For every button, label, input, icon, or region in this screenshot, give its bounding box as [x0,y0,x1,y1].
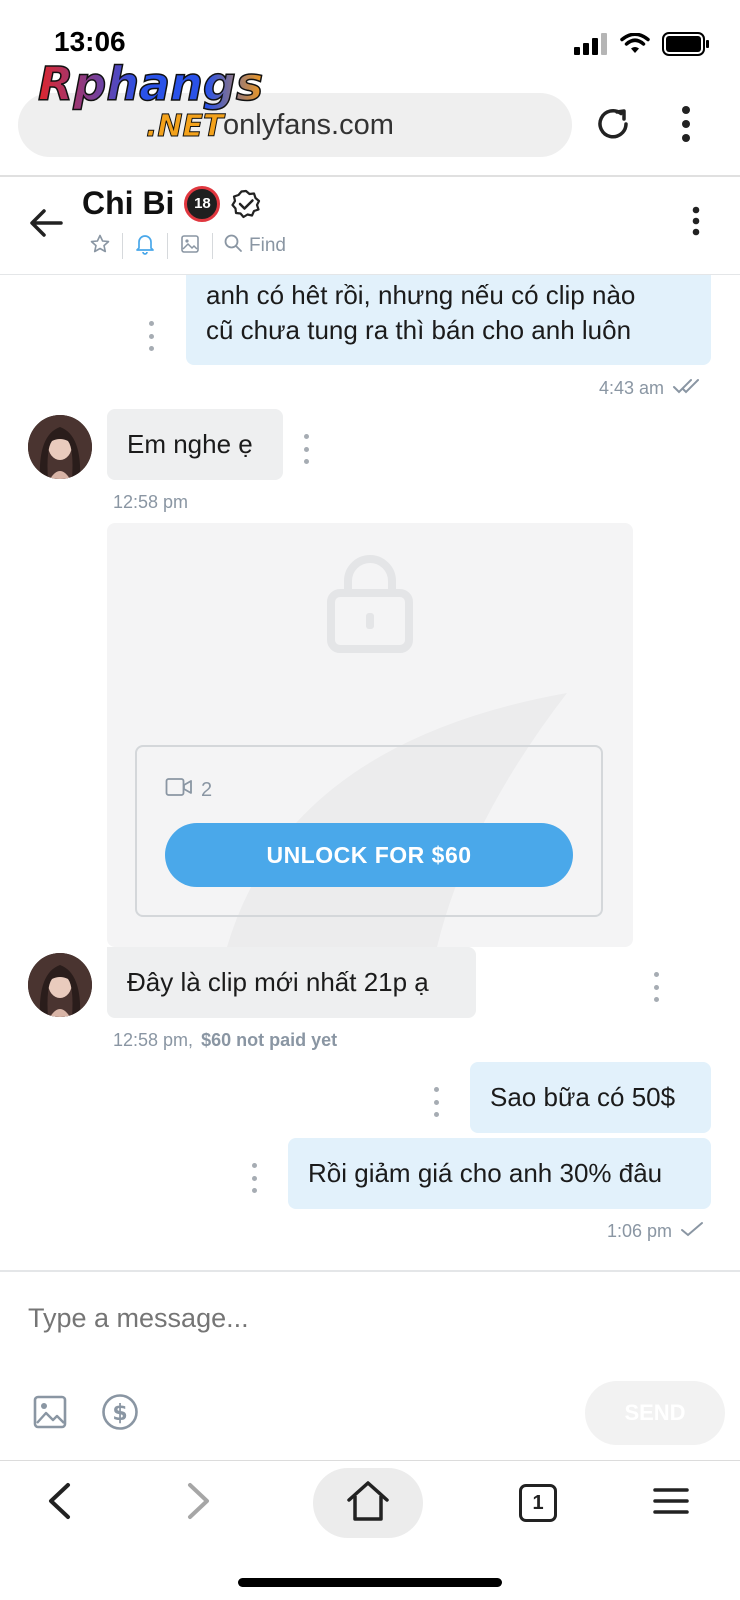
message-text-line: anh có hêt rồi, nhưng nếu có clip nào [206,280,636,310]
nav-home-button[interactable] [313,1468,423,1538]
media-count: 2 [165,777,212,803]
chat-options-button[interactable] [684,203,708,243]
image-icon [33,1395,67,1434]
chat-title[interactable]: Chi Bi 18 [82,185,262,222]
message-text: Sao bữa có 50$ [490,1082,676,1112]
nav-tabs-button[interactable]: 1 [483,1468,593,1538]
double-check-icon [672,377,706,400]
watermark-logo: Rphangs .NET [37,56,264,140]
reload-icon [593,104,633,149]
nav-menu-button[interactable] [616,1468,726,1538]
forward-icon [186,1482,212,1525]
message-options-button[interactable] [301,434,311,464]
message-meta: 1:06 pm [607,1220,706,1243]
browser-menu-button[interactable] [656,96,716,156]
video-count: 2 [201,778,213,801]
status-time: 13:06 [54,26,126,57]
home-icon [346,1480,390,1527]
image-icon [180,234,200,259]
message-meta: 12:58 pm, $60 not paid yet [113,1030,337,1051]
dollar-icon: $ [101,1393,139,1436]
back-icon [46,1482,72,1525]
find-button[interactable]: Find [215,233,286,259]
message-options-button[interactable] [651,972,661,1002]
check-icon [680,1220,706,1243]
home-indicator [238,1578,502,1587]
back-button[interactable] [22,201,70,249]
media-gallery-button[interactable] [170,231,210,261]
message-options-button[interactable] [146,321,156,351]
notifications-button[interactable] [125,231,165,261]
star-icon [90,234,110,259]
avatar[interactable] [28,953,92,1017]
toolbar-divider [167,233,168,259]
message-input[interactable] [28,1298,588,1338]
status-icons [574,32,710,61]
message-time: 4:43 am [598,378,664,398]
message-options-button[interactable] [249,1163,259,1193]
menu-icon [653,1487,689,1520]
bell-icon [135,233,155,260]
battery-icon [662,32,710,61]
unlock-button[interactable]: UNLOCK FOR $60 [165,823,573,887]
more-vertical-icon [681,105,691,148]
set-price-button[interactable]: $ [98,1392,142,1436]
avatar[interactable] [28,415,92,479]
more-vertical-icon [692,206,700,241]
composer-divider [0,1270,740,1272]
locked-media-card: 2 UNLOCK FOR $60 [107,523,633,947]
message-text: Đây là clip mới nhất 21p ạ [127,967,429,997]
age-restriction-badge: 18 [184,185,221,222]
wifi-icon [620,32,650,60]
toolbar-divider [122,233,123,259]
search-icon [223,233,243,259]
video-camera-icon [165,777,193,803]
nav-back-button[interactable] [4,1468,114,1538]
message-meta: 12:58 pm [113,492,188,513]
svg-text:$: $ [112,1401,127,1426]
chat-header: Chi Bi 18 Find [0,177,740,275]
message-bubble-outgoing[interactable]: Rồi giảm giá cho anh 30% đâu [288,1138,711,1209]
tab-count: 1 [532,1491,544,1514]
message-text: Rồi giảm giá cho anh 30% đâu [308,1158,663,1188]
message-bubble-outgoing[interactable]: Sao bữa có 50$ [470,1062,711,1133]
back-arrow-icon [29,208,63,243]
lock-icon [327,555,413,653]
svg-text:Rphangs: Rphangs [38,57,263,111]
message-bubble-incoming[interactable]: Đây là clip mới nhất 21p ạ [107,947,476,1018]
chat-toolbar: Find [80,231,286,261]
attach-media-button[interactable] [28,1392,72,1436]
unlock-box: 2 UNLOCK FOR $60 [135,745,603,917]
reload-button[interactable] [583,96,643,156]
signal-icon [574,33,608,60]
tabs-icon: 1 [519,1484,557,1522]
message-bubble-outgoing[interactable]: anh có hêt rồi, nhưng nếu có clip nào cũ… [186,275,711,365]
message-bubble-incoming[interactable]: Em nghe ẹ [107,409,283,480]
nav-divider [0,1460,740,1461]
send-button[interactable]: SEND [585,1381,725,1445]
price-status: $60 not paid yet [201,1030,338,1050]
message-options-button[interactable] [431,1087,441,1117]
chat-name: Chi Bi [82,185,175,221]
verified-icon [230,188,262,220]
message-time: 12:58 pm, [113,1030,194,1050]
favorite-button[interactable] [80,231,120,261]
message-time: 1:06 pm [606,1221,672,1241]
toolbar-divider [212,233,213,259]
message-text: Em nghe ẹ [127,429,253,459]
message-meta: 4:43 am [599,377,706,400]
svg-text:.NET: .NET [146,109,226,140]
find-label: Find [249,235,286,256]
nav-forward-button[interactable] [144,1468,254,1538]
message-text-line: cũ chưa tung ra thì bán cho anh luôn [206,315,632,345]
message-time: 12:58 pm [113,492,189,512]
